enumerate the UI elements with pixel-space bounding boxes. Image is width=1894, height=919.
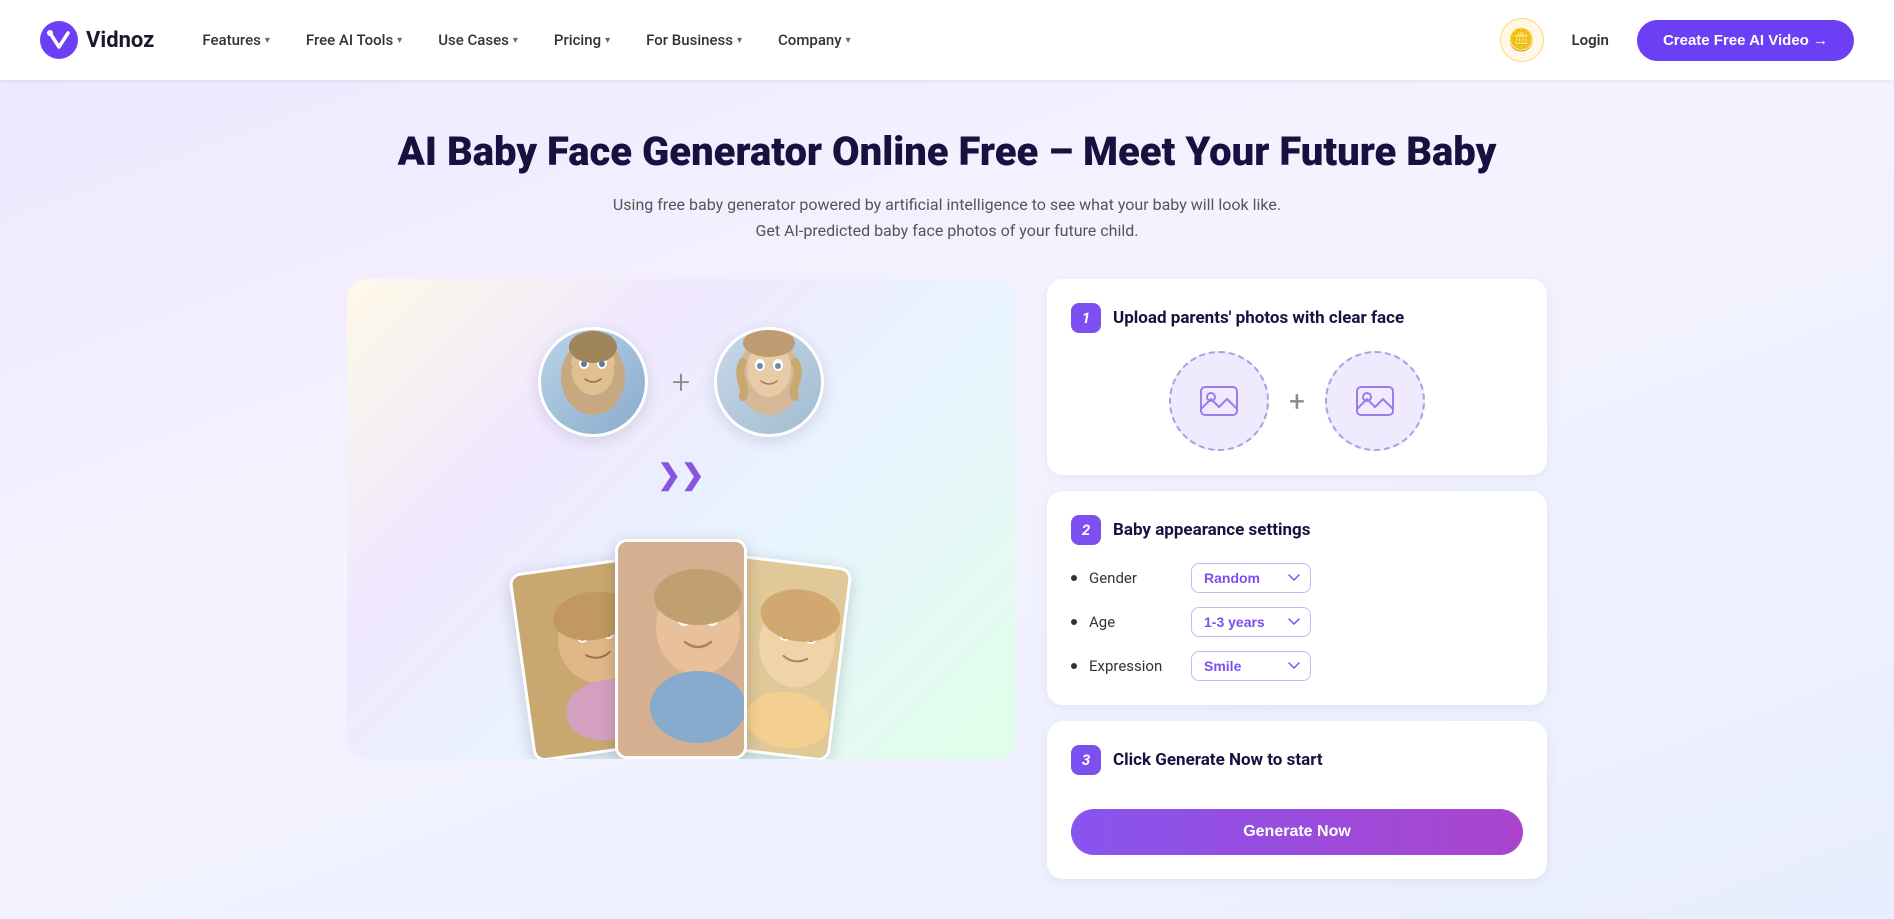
nav-item-free-ai-tools[interactable]: Free AI Tools ▾ [290, 23, 418, 57]
age-select[interactable]: 1-3 years 3-5 years 5-8 years [1191, 607, 1311, 637]
nav-item-features[interactable]: Features ▾ [186, 23, 286, 57]
mom-avatar [714, 327, 824, 437]
gender-setting-row: Gender Random Boy Girl [1071, 563, 1523, 593]
generate-now-button[interactable]: Generate Now [1071, 809, 1523, 855]
expression-label: Expression [1089, 657, 1179, 675]
bullet-dot [1071, 619, 1077, 625]
navigation: Vidnoz Features ▾ Free AI Tools ▾ Use Ca… [0, 0, 1894, 80]
step3-title: Click Generate Now to start [1113, 750, 1323, 770]
step3-card: 3 Click Generate Now to start Generate N… [1047, 721, 1547, 879]
step3-number: 3 [1071, 745, 1101, 775]
chevron-down-icon: ▾ [397, 35, 402, 46]
upload-image-icon-2 [1353, 379, 1397, 423]
mom-face-svg [724, 327, 814, 437]
right-panel: 1 Upload parents' photos with clear face… [1047, 279, 1547, 879]
chevron-down-icon: ▾ [513, 35, 518, 46]
plus-icon: + [672, 363, 690, 401]
dad-face-svg [548, 327, 638, 437]
age-setting-row: Age 1-3 years 3-5 years 5-8 years [1071, 607, 1523, 637]
upload-mother-button[interactable] [1325, 351, 1425, 451]
age-label: Age [1089, 613, 1179, 631]
step2-card: 2 Baby appearance settings Gender Random… [1047, 491, 1547, 705]
upload-row: + [1071, 351, 1523, 451]
login-button[interactable]: Login [1560, 23, 1621, 57]
nav-item-company[interactable]: Company ▾ [762, 23, 867, 57]
nav-right: 🪙 Login Create Free AI Video → [1500, 18, 1854, 62]
chevron-down-icon: ▾ [265, 35, 270, 46]
bullet-dot [1071, 663, 1077, 669]
step2-header: 2 Baby appearance settings [1071, 515, 1523, 545]
gender-label: Gender [1089, 569, 1179, 587]
dad-avatar [538, 327, 648, 437]
hero-subtitle: Using free baby generator powered by art… [60, 192, 1834, 243]
upload-image-icon [1197, 379, 1241, 423]
step1-title: Upload parents' photos with clear face [1113, 308, 1404, 328]
gender-select[interactable]: Random Boy Girl [1191, 563, 1311, 593]
main-content: AI Baby Face Generator Online Free – Mee… [0, 80, 1894, 919]
step1-number: 1 [1071, 303, 1101, 333]
step2-number: 2 [1071, 515, 1101, 545]
logo[interactable]: Vidnoz [40, 21, 154, 59]
nav-item-pricing[interactable]: Pricing ▾ [538, 23, 626, 57]
demo-illustration: + [347, 279, 1015, 759]
baby-photos [491, 539, 871, 759]
logo-icon [40, 21, 78, 59]
chevron-down-icon: ▾ [737, 35, 742, 46]
content-row: + [347, 279, 1547, 879]
plus-separator: + [1289, 385, 1305, 418]
step2-title: Baby appearance settings [1113, 520, 1310, 540]
chevron-arrows: ❯❯ [658, 464, 705, 486]
baby-photo-center [615, 539, 747, 759]
step1-header: 1 Upload parents' photos with clear face [1071, 303, 1523, 333]
nav-item-for-business[interactable]: For Business ▾ [630, 23, 758, 57]
coin-button[interactable]: 🪙 [1500, 18, 1544, 62]
parents-row: + [538, 327, 824, 437]
logo-text: Vidnoz [86, 28, 154, 53]
chevron-down-icon: ▾ [846, 35, 851, 46]
bullet-dot [1071, 575, 1077, 581]
step3-header: 3 Click Generate Now to start [1071, 745, 1523, 775]
upload-father-button[interactable] [1169, 351, 1269, 451]
hero-title: AI Baby Face Generator Online Free – Mee… [60, 128, 1834, 176]
create-video-button[interactable]: Create Free AI Video → [1637, 20, 1854, 61]
chevron-down-icon: ▾ [605, 35, 610, 46]
step1-card: 1 Upload parents' photos with clear face… [1047, 279, 1547, 475]
nav-item-use-cases[interactable]: Use Cases ▾ [422, 23, 534, 57]
nav-links: Features ▾ Free AI Tools ▾ Use Cases ▾ P… [186, 23, 1499, 57]
expression-select[interactable]: Smile Neutral Laugh [1191, 651, 1311, 681]
expression-setting-row: Expression Smile Neutral Laugh [1071, 651, 1523, 681]
